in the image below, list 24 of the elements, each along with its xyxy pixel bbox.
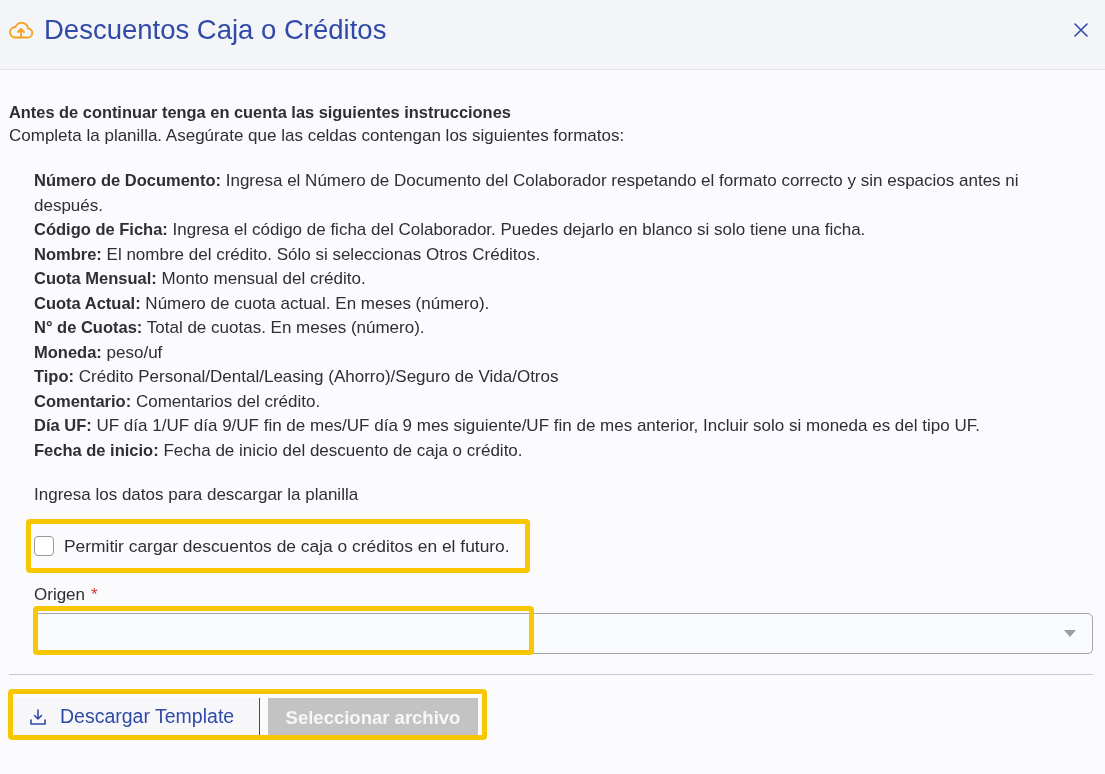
format-description: Día UF: UF día 1/UF día 9/UF fin de mes/UF día 9 mes siguiente/UF fin de mes anterior, Incluir solo si moneda es del tipo UF.	[34, 415, 981, 437]
field-label: Origen	[34, 585, 86, 606]
format-description: Comentario: Comentarios del crédito.	[34, 390, 322, 413]
format-description: Número de Documento: Ingresa el Número de Documento del Colaborador respetando el formato correcto y sin espacios antes ni después.	[34, 170, 1020, 217]
format-description: Código de Ficha: Ingresa el código de ficha del Colaborador. Puedes dejarlo en blanco si solo tiene una ficha.	[34, 219, 867, 241]
format-description: Cuota Mensual: Monto mensual del crédito.	[34, 268, 367, 290]
caret-down-icon	[1064, 630, 1076, 638]
required-mark: *	[91, 585, 98, 606]
format-description: N° de Cuotas: Total de cuotas. En meses (número).	[34, 317, 426, 339]
checkbox-label[interactable]: Permitir cargar descuentos de caja o créditos en el futuro.	[64, 533, 510, 560]
download-icon	[30, 709, 46, 726]
cloud-upload-icon	[9, 20, 33, 39]
format-description: Cuota Actual: Número de cuota actual. En meses (número).	[34, 292, 491, 315]
format-description: Fecha de inicio: Fecha de inicio del descuento de caja o crédito.	[34, 439, 524, 462]
instructions-text: Completa la planilla. Asegúrate que las celdas contengan los siguientes formatos:	[9, 125, 626, 147]
format-description: Nombre: El nombre del crédito. Sólo si seleccionas Otros Créditos.	[34, 243, 542, 266]
dialog-title: Descuentos Caja o Créditos	[44, 13, 387, 46]
instructions-heading: Antes de continuar tenga en cuenta las siguientes instrucciones	[9, 102, 512, 123]
format-description: Moneda: peso/uf	[34, 341, 164, 364]
format-description: Tipo: Crédito Personal/Dental/Leasing (Ahorro)/Seguro de Vida/Otros	[34, 366, 560, 388]
checkbox[interactable]	[34, 536, 54, 557]
prompt-text: Ingresa los datos para descargar la planilla	[34, 484, 360, 506]
download-template-button[interactable]: Descargar Template	[14, 698, 260, 738]
close-icon	[1074, 22, 1088, 37]
